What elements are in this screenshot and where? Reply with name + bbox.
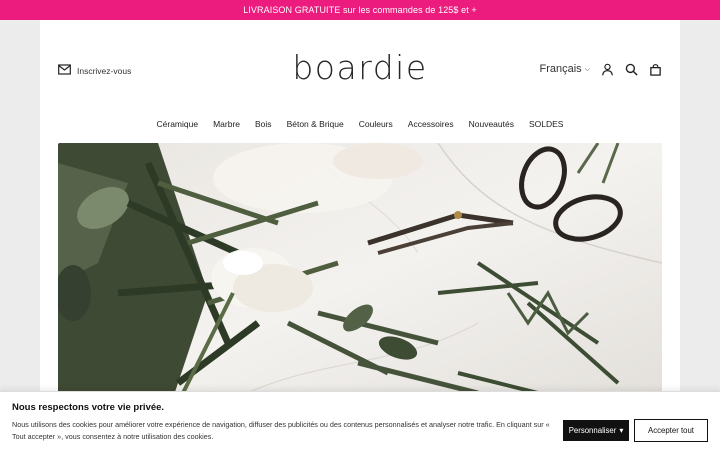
cart-icon[interactable]: [648, 62, 662, 76]
nav-item-nouveautes[interactable]: Nouveautés: [469, 119, 514, 129]
accept-label: Accepter tout: [648, 426, 694, 435]
customize-label: Personnaliser: [568, 426, 617, 435]
header-actions: Français ⌵: [540, 62, 663, 76]
cookie-consent-banner: Nous respectons votre vie privée. Nous u…: [0, 391, 720, 450]
nav-item-couleurs[interactable]: Couleurs: [359, 119, 393, 129]
chevron-down-icon: ⌵: [584, 65, 590, 73]
nav-item-soldes[interactable]: SOLDES: [529, 119, 564, 129]
nav-item-bois[interactable]: Bois: [255, 119, 272, 129]
language-label: Français: [539, 63, 582, 75]
page-container: Inscrivez-vous boardie Français ⌵ Cérami…: [40, 20, 680, 450]
nav-item-beton-brique[interactable]: Béton & Brique: [287, 119, 344, 129]
nav-item-marbre[interactable]: Marbre: [213, 119, 240, 129]
cookie-title: Nous respectons votre vie privée.: [12, 402, 165, 413]
main-navigation: Céramique Marbre Bois Béton & Brique Cou…: [40, 119, 680, 129]
announcement-text: LIVRAISON GRATUITE sur les commandes de …: [243, 5, 477, 15]
account-icon[interactable]: [600, 62, 614, 76]
accept-all-button[interactable]: Accepter tout: [634, 419, 708, 442]
nav-item-ceramique[interactable]: Céramique: [157, 119, 199, 129]
search-icon[interactable]: [624, 62, 638, 76]
language-selector[interactable]: Français ⌵: [540, 63, 591, 75]
nav-item-accessoires[interactable]: Accessoires: [408, 119, 454, 129]
hero-banner[interactable]: [58, 143, 662, 413]
cookie-description: Nous utilisons des cookies pour améliore…: [12, 420, 550, 441]
caret-down-icon: ▾: [619, 426, 624, 435]
announcement-bar: LIVRAISON GRATUITE sur les commandes de …: [0, 0, 720, 20]
customize-cookies-button[interactable]: Personnaliser ▾: [563, 420, 629, 441]
hero-image: [58, 143, 662, 413]
